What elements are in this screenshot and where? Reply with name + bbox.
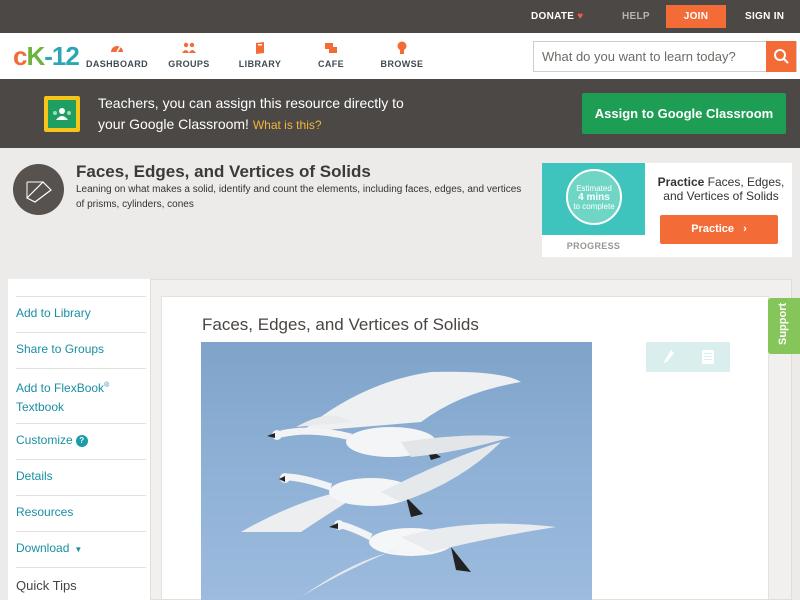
groups-icon bbox=[182, 42, 196, 53]
search-icon bbox=[774, 49, 789, 64]
progress-label: PROGRESS bbox=[566, 241, 621, 251]
dashboard-icon bbox=[111, 46, 123, 53]
swans-image bbox=[201, 342, 592, 600]
practice-card: Estimated 4 mins to complete PROGRESS Pr… bbox=[542, 163, 792, 257]
concept-icon bbox=[13, 164, 64, 215]
logo-part-12: -12 bbox=[44, 41, 80, 71]
divider bbox=[16, 531, 146, 532]
nav-browse[interactable]: BROWSE bbox=[367, 41, 437, 69]
main-nav: cK-12 DASHBOARD GROUPS LIBRARY CAFE BROW… bbox=[0, 33, 800, 79]
sign-in-link[interactable]: SIGN IN bbox=[745, 0, 784, 33]
customize-label: Customize bbox=[16, 433, 73, 447]
google-classroom-icon bbox=[44, 96, 80, 132]
nav-dashboard[interactable]: DASHBOARD bbox=[82, 41, 152, 69]
divider bbox=[16, 332, 146, 333]
search-input[interactable] bbox=[534, 42, 768, 71]
donate-link[interactable]: DONATE ♥ bbox=[531, 0, 584, 33]
google-classroom-banner: Teachers, you can assign this resource d… bbox=[0, 79, 800, 148]
what-is-this-link[interactable]: What is this? bbox=[253, 118, 322, 132]
practice-title-bold: Practice bbox=[657, 175, 705, 189]
estimated-time-badge: Estimated 4 mins to complete bbox=[566, 169, 622, 225]
support-tab[interactable]: Support bbox=[768, 298, 800, 354]
resources-link[interactable]: Resources bbox=[16, 503, 138, 522]
pencil-icon[interactable] bbox=[662, 349, 676, 365]
google-classroom-message: Teachers, you can assign this resource d… bbox=[98, 93, 538, 136]
ck12-logo[interactable]: cK-12 bbox=[13, 41, 80, 71]
help-link[interactable]: HELP bbox=[622, 0, 650, 33]
flexbook-label: Add to FlexBook bbox=[16, 381, 105, 395]
donate-label: DONATE bbox=[531, 11, 575, 22]
practice-button-label: Practice bbox=[691, 223, 735, 235]
nav-cafe-label: CAFE bbox=[317, 59, 345, 69]
divider bbox=[16, 296, 146, 297]
practice-title: Practice Faces, Edges, and Vertices of S… bbox=[650, 175, 792, 203]
divider bbox=[16, 423, 146, 424]
badge-minutes: 4 mins bbox=[578, 192, 610, 203]
download-label: Download bbox=[16, 541, 70, 555]
nav-groups[interactable]: GROUPS bbox=[154, 41, 224, 69]
notes-icon[interactable] bbox=[701, 349, 715, 365]
flexbook-label-line2: Textbook bbox=[16, 400, 65, 414]
assign-google-classroom-button[interactable]: Assign to Google Classroom bbox=[582, 93, 786, 134]
quick-tips-heading: Quick Tips bbox=[16, 578, 77, 593]
divider bbox=[16, 459, 146, 460]
add-to-library-link[interactable]: Add to Library bbox=[16, 304, 138, 323]
nav-dashboard-label: DASHBOARD bbox=[85, 59, 149, 69]
annotation-tools bbox=[646, 342, 730, 372]
details-link[interactable]: Details bbox=[16, 467, 138, 486]
sidebar: Add to Library Share to Groups Add to Fl… bbox=[8, 279, 150, 600]
add-to-flexbook-link[interactable]: Add to FlexBook® Textbook bbox=[16, 376, 138, 417]
registered-mark: ® bbox=[104, 382, 110, 389]
divider bbox=[16, 368, 146, 369]
logo-part-c: c bbox=[13, 41, 28, 71]
download-dropdown[interactable]: Download ▼ bbox=[16, 539, 138, 559]
top-utility-bar: DONATE ♥ HELP JOIN SIGN IN bbox=[0, 0, 800, 33]
nav-groups-label: GROUPS bbox=[168, 59, 210, 69]
practice-image: Estimated 4 mins to complete bbox=[542, 163, 645, 235]
divider bbox=[16, 567, 146, 568]
gc-message-line1: Teachers, you can assign this resource d… bbox=[98, 95, 404, 111]
heart-icon: ♥ bbox=[577, 11, 584, 22]
logo-part-k: K bbox=[26, 41, 45, 71]
search-button[interactable] bbox=[766, 41, 796, 72]
nav-browse-label: BROWSE bbox=[380, 59, 424, 69]
help-icon[interactable]: ? bbox=[75, 435, 88, 447]
nav-library[interactable]: LIBRARY bbox=[225, 41, 295, 69]
practice-button[interactable]: Practice › bbox=[660, 215, 778, 244]
support-label: Support bbox=[777, 302, 789, 345]
browse-icon bbox=[397, 41, 407, 54]
badge-to-complete: to complete bbox=[573, 202, 615, 211]
content-title: Faces, Edges, and Vertices of Solids bbox=[202, 315, 479, 334]
caret-down-icon: ▼ bbox=[74, 545, 83, 554]
page-description: Leaning on what makes a solid, identify … bbox=[76, 184, 522, 210]
chevron-right-icon: › bbox=[743, 223, 747, 235]
cafe-icon bbox=[325, 43, 337, 53]
divider bbox=[16, 495, 146, 496]
gc-message-line2: your Google Classroom! bbox=[98, 116, 249, 132]
join-button[interactable]: JOIN bbox=[666, 5, 726, 28]
customize-link[interactable]: Customize? bbox=[16, 431, 138, 450]
page-title: Faces, Edges, and Vertices of Solids bbox=[76, 162, 371, 181]
share-to-groups-link[interactable]: Share to Groups bbox=[16, 340, 138, 359]
search-box bbox=[533, 41, 797, 72]
nav-library-label: LIBRARY bbox=[238, 59, 282, 69]
library-icon bbox=[256, 42, 264, 54]
nav-cafe[interactable]: CAFE bbox=[296, 41, 366, 69]
